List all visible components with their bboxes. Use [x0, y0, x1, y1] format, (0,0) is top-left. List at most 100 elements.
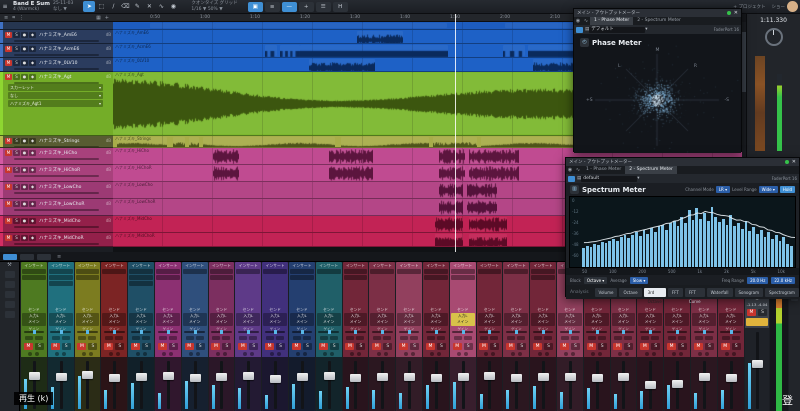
audio-clip[interactable] [215, 23, 447, 28]
io-routing-box[interactable]: 入力Lメイン [263, 313, 287, 326]
insert-slot[interactable] [49, 281, 73, 286]
solo-button[interactable]: S [13, 235, 20, 241]
fader-zone[interactable] [423, 357, 449, 411]
track-header[interactable]: MS●◆ハナミズキ_LowChodB [0, 182, 113, 199]
track-name[interactable]: ハナミズキ_MidChoR [39, 235, 106, 241]
insert-slot[interactable] [504, 269, 528, 274]
insert-slot[interactable] [210, 269, 234, 274]
record-button[interactable]: ● [21, 32, 28, 38]
bypass-icon[interactable] [576, 27, 583, 33]
channel-strip[interactable]: インサートセンド入力LメインゲインMS [369, 262, 395, 411]
toolbar-button[interactable]: ▣ [248, 2, 263, 12]
monitor-button[interactable]: ◆ [29, 150, 36, 156]
insert-slot[interactable] [210, 275, 234, 280]
mute-button[interactable]: M [265, 343, 274, 350]
insert-slot[interactable] [129, 275, 153, 280]
mute-button[interactable]: M [640, 343, 649, 350]
mute-button[interactable]: M [5, 46, 12, 52]
fader-zone[interactable] [611, 357, 637, 411]
fader-cap[interactable] [324, 372, 335, 380]
audio-clip[interactable] [467, 183, 497, 197]
insert-slot[interactable] [424, 269, 448, 274]
io-routing-box[interactable]: 入力Lメイン [504, 313, 528, 326]
record-button[interactable]: ● [21, 60, 28, 66]
tab-spectrum-meter[interactable]: 2 - Spectrum Meter [625, 166, 677, 174]
track-name[interactable]: ハナミズキ_AmE6 [39, 32, 106, 38]
fader-cap[interactable] [431, 374, 442, 382]
mute-button[interactable]: M [5, 167, 12, 173]
fader-cap[interactable] [163, 372, 174, 380]
gain-slider[interactable]: ゲイン [128, 327, 154, 336]
rail-button[interactable] [5, 301, 15, 308]
io-routing-box[interactable]: 入力Lメイン [129, 313, 153, 326]
channel-strip[interactable]: インサートセンド入力LメインゲインMS [396, 262, 422, 411]
io-routing-box[interactable]: 入力Lメイン [692, 313, 716, 326]
audio-clip[interactable] [150, 23, 215, 28]
analysis-mode-button[interactable]: Octave [619, 288, 641, 297]
track-header[interactable]: MS●◆ハナミズキ_HiChoRdB [0, 165, 113, 182]
mute-button[interactable]: M [238, 343, 247, 350]
solo-button[interactable]: S [356, 343, 365, 350]
io-routing-box[interactable]: 入力Lメイン [531, 313, 555, 326]
analysis-mode-button[interactable]: FFT Curve [685, 288, 705, 297]
fader-zone[interactable] [530, 357, 556, 411]
fader-cap[interactable] [297, 373, 308, 381]
bend-tool-icon[interactable]: ∿ [155, 1, 167, 12]
solo-button[interactable]: S [544, 343, 553, 350]
solo-button[interactable]: S [678, 343, 687, 350]
gain-slider[interactable]: ゲイン [209, 327, 235, 336]
channel-strip[interactable]: インサートセンド入力LメインゲインMS [48, 262, 74, 411]
gain-slider[interactable]: ゲイン [503, 327, 529, 336]
toolbar-button[interactable]: + [299, 2, 314, 12]
listen-tool-icon[interactable]: ◉ [167, 1, 179, 12]
io-routing-box[interactable]: 入力Lメイン [317, 313, 341, 326]
monitor-button[interactable]: ◆ [29, 74, 36, 80]
master-insert-selected[interactable] [746, 318, 768, 326]
monitor-button[interactable]: ◆ [29, 138, 36, 144]
track-name[interactable]: ハナミズキ_MidCho [39, 218, 106, 224]
mute-button[interactable]: M [211, 343, 220, 350]
close-icon[interactable]: ✕ [734, 10, 738, 16]
mute-button[interactable]: M [292, 343, 301, 350]
analysis-mode-button[interactable]: Spectrogram [765, 288, 799, 297]
split-tool-icon[interactable]: ∕ [107, 1, 119, 12]
mute-button[interactable]: M [694, 343, 703, 350]
preset-dropdown[interactable]: default [581, 176, 637, 182]
master-solo-button[interactable]: S [758, 309, 767, 316]
channel-strip[interactable]: インサートセンド入力LメインゲインMS [316, 262, 342, 411]
audio-clip[interactable] [469, 234, 507, 245]
user-avatar[interactable] [787, 1, 798, 12]
fader-zone[interactable] [396, 357, 422, 411]
channel-strip[interactable]: インサートセンド入力LメインゲインMS [128, 262, 154, 411]
audio-clip[interactable] [189, 137, 199, 146]
globe-icon[interactable]: ◉ [566, 167, 574, 173]
mute-button[interactable]: M [587, 343, 596, 350]
channel-mode-dropdown[interactable]: LR ▾ [716, 186, 730, 193]
solo-button[interactable]: S [62, 343, 71, 350]
show-button[interactable]: ショー [772, 4, 786, 10]
gain-slider[interactable]: ゲイン [48, 327, 74, 336]
solo-button[interactable]: S [222, 343, 231, 350]
track-list-icon[interactable]: ≡ [4, 15, 8, 21]
erase-tool-icon[interactable]: ⌫ [119, 1, 131, 12]
fader-zone[interactable] [637, 357, 663, 411]
mute-button[interactable]: M [426, 343, 435, 350]
audio-clip[interactable] [213, 149, 239, 163]
fader-cap[interactable] [216, 373, 227, 381]
channel-strip[interactable]: インサートセンド入力LメインゲインMS [503, 262, 529, 411]
fader-cap[interactable] [699, 373, 710, 381]
mute-button[interactable]: M [5, 184, 12, 190]
io-routing-box[interactable]: 入力Lメイン [424, 313, 448, 326]
mute-button[interactable]: M [5, 201, 12, 207]
audio-clip[interactable] [469, 149, 519, 163]
hold-button[interactable]: Hold [780, 186, 795, 193]
solo-button[interactable]: S [330, 343, 339, 350]
audio-clip[interactable] [213, 166, 239, 180]
gain-slider[interactable]: ゲイン [423, 327, 449, 336]
track-header[interactable]: MS●◆ハナミズキ_AmE6dB [0, 30, 113, 44]
freq-low-value[interactable]: 20.0 Hz [747, 277, 768, 284]
audio-clip[interactable] [439, 200, 463, 214]
fader-cap[interactable] [645, 381, 656, 389]
io-routing-box[interactable]: 入力Lメイン [665, 313, 689, 326]
solo-button[interactable]: S [13, 74, 20, 80]
